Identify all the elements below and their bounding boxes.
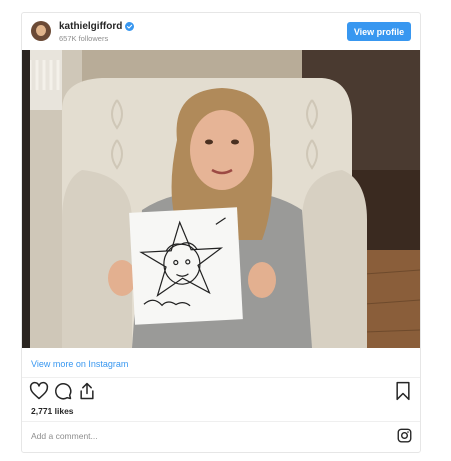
action-bar <box>22 381 420 403</box>
post-header: kathielgifford 657K followers View profi… <box>22 13 420 50</box>
avatar[interactable] <box>31 21 51 41</box>
heart-icon[interactable] <box>29 381 49 401</box>
instagram-embed-card: kathielgifford 657K followers View profi… <box>21 12 421 453</box>
username-row: kathielgifford <box>59 21 135 32</box>
view-more-link[interactable]: View more on Instagram <box>31 359 128 369</box>
share-icon[interactable] <box>77 381 97 401</box>
verified-badge-icon <box>125 22 135 31</box>
post-photo <box>22 50 420 348</box>
comment-icon[interactable] <box>53 381 73 401</box>
divider <box>22 421 420 422</box>
comment-input[interactable]: Add a comment... <box>31 431 98 441</box>
divider <box>22 377 420 378</box>
like-count[interactable]: 2,771 likes <box>31 406 74 416</box>
username[interactable]: kathielgifford <box>59 21 122 32</box>
bookmark-icon[interactable] <box>393 381 413 401</box>
instagram-icon[interactable] <box>397 428 412 443</box>
view-profile-button[interactable]: View profile <box>347 22 411 41</box>
post-image[interactable] <box>22 50 420 348</box>
follower-count: 657K followers <box>59 34 109 43</box>
